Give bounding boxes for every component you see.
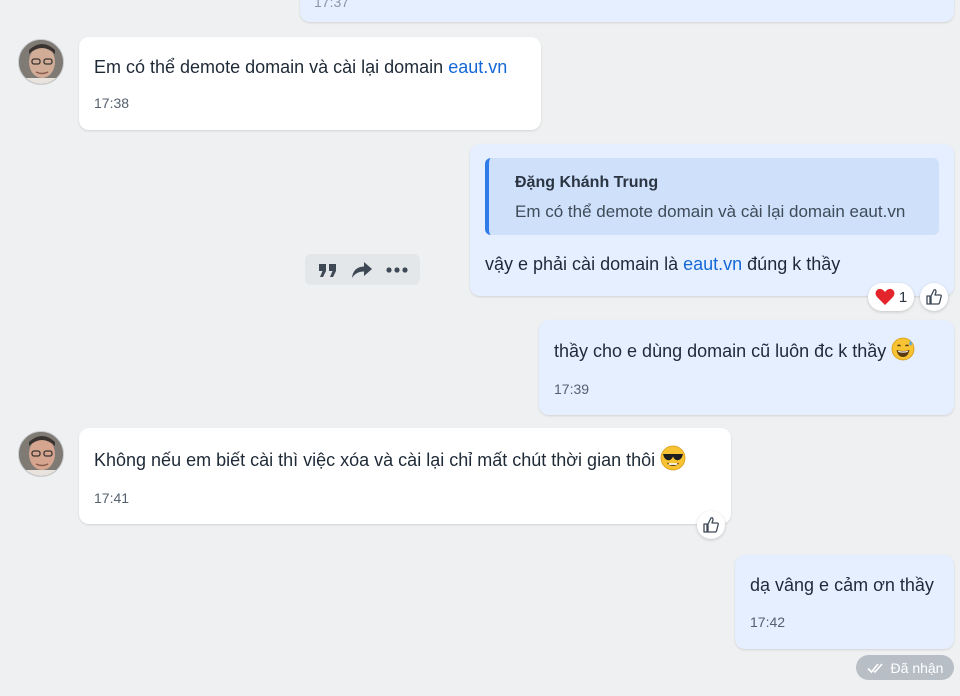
quote-icon (319, 263, 337, 277)
avatar[interactable] (18, 431, 64, 477)
avatar[interactable] (18, 39, 64, 85)
message-text-part: thầy cho e dùng domain cũ luôn đc k thầy (554, 341, 887, 361)
message-text: dạ vâng e cảm ơn thầy (750, 575, 934, 595)
thumbs-up-icon (926, 289, 942, 305)
forward-button[interactable] (348, 257, 376, 283)
double-check-icon (866, 662, 883, 673)
message-text: Không nếu em biết cài thì việc xóa và cà… (94, 445, 686, 472)
domain-link[interactable]: eaut.vn (448, 57, 507, 77)
thumbs-up-icon (703, 517, 719, 533)
message-bubble-incoming[interactable]: Em có thể demote domain và cài lại domai… (79, 37, 541, 130)
reaction-count: 1 (898, 288, 908, 306)
message-time: 17:37 (314, 0, 350, 10)
quote-button[interactable] (314, 257, 342, 283)
message-bubble-outgoing[interactable]: 17:37 (300, 0, 954, 22)
more-button[interactable] (383, 257, 411, 283)
more-icon (386, 266, 408, 273)
message-bubble-outgoing[interactable]: dạ vâng e cảm ơn thầy 17:42 (735, 555, 954, 649)
message-time: 17:39 (554, 381, 590, 397)
message-bubble-incoming[interactable]: Không nếu em biết cài thì việc xóa và cà… (79, 428, 731, 524)
message-text-part: Không nếu em biết cài thì việc xóa và cà… (94, 450, 656, 470)
message-time: 17:42 (750, 614, 786, 630)
quote-author: Đặng Khánh Trung (515, 174, 659, 191)
message-text-part: Em có thể demote domain và cài lại domai… (94, 57, 449, 77)
message-text: Em có thể demote domain và cài lại domai… (94, 55, 507, 79)
reaction-badge[interactable]: 1 (868, 283, 914, 311)
message-bubble-outgoing[interactable]: Đặng Khánh Trung Em có thể demote domain… (470, 144, 954, 296)
quote-text: Em có thể demote domain và cài lại domai… (515, 202, 906, 221)
status-label: Đã nhận (890, 659, 944, 676)
sunglasses-emoji (660, 445, 686, 471)
chat-window: 17:37 Em có thể demote domain và cài lại… (0, 0, 960, 696)
like-button[interactable] (697, 511, 725, 539)
heart-icon (875, 288, 895, 305)
message-time: 17:41 (94, 490, 130, 506)
message-action-toolbar (305, 254, 420, 285)
forward-icon (352, 261, 373, 278)
status-badge: Đã nhận (856, 655, 954, 680)
grinning-sweat-emoji (891, 337, 915, 361)
message-text: vậy e phải cài domain là eaut.vn đúng k … (485, 252, 840, 276)
like-button[interactable] (920, 283, 948, 311)
domain-link[interactable]: eaut.vn (683, 254, 742, 274)
message-text-part: vậy e phải cài domain là (485, 254, 684, 274)
message-time: 17:38 (94, 95, 130, 111)
quoted-message[interactable]: Đặng Khánh Trung Em có thể demote domain… (485, 158, 939, 235)
message-text-part: đúng k thầy (742, 254, 841, 274)
message-text: thầy cho e dùng domain cũ luôn đc k thầy (554, 337, 915, 363)
message-bubble-outgoing[interactable]: thầy cho e dùng domain cũ luôn đc k thầy… (539, 320, 954, 415)
